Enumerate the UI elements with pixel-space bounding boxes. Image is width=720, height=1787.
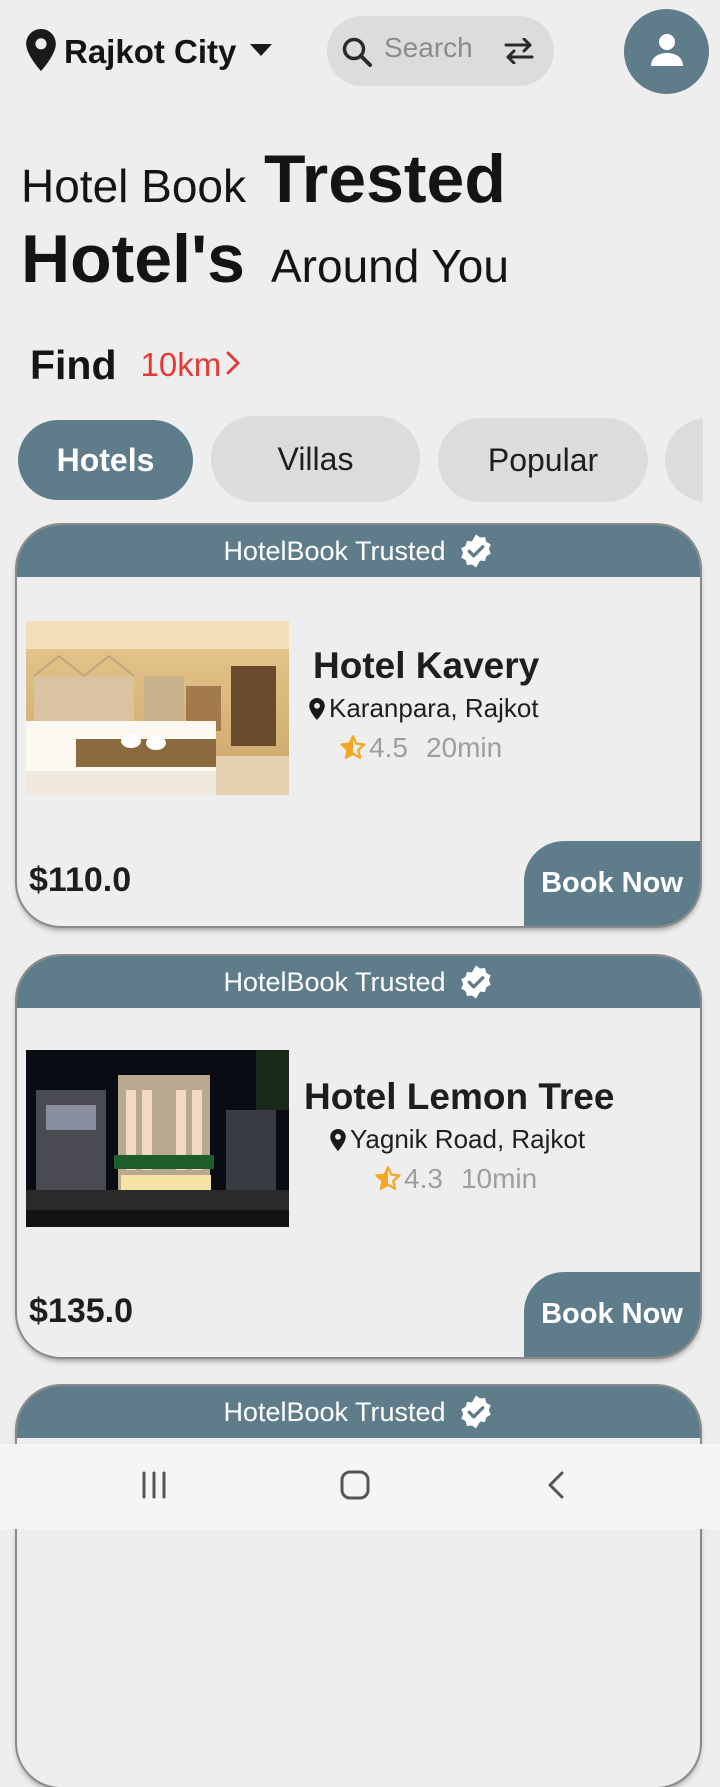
trusted-banner: HotelBook Trusted (17, 956, 700, 1008)
headline-part-2: Trested (264, 141, 506, 217)
rating-value: 4.5 (369, 732, 408, 763)
chevron-right-icon[interactable] (225, 350, 241, 381)
verified-badge-icon (458, 964, 494, 1000)
top-bar: Rajkot City Search (0, 0, 720, 100)
caret-down-icon (250, 43, 273, 61)
book-now-button[interactable]: Book Now (524, 841, 700, 926)
hotel-name[interactable]: Hotel Lemon Tree (304, 1076, 614, 1118)
hotel-photo[interactable] (26, 621, 289, 795)
location-selector[interactable]: Rajkot City (26, 28, 273, 76)
hotel-info: Hotel Kavery Karanpara, Rajkot 4.5 20min (309, 645, 539, 764)
location-pin-icon (330, 1128, 346, 1151)
search-input[interactable]: Search (384, 32, 473, 64)
profile-avatar-button[interactable] (624, 9, 709, 94)
tab-popular[interactable]: Popular (438, 418, 648, 502)
star-half-icon (374, 1165, 402, 1193)
hotel-meta: 4.3 10min (374, 1163, 614, 1195)
search-bar[interactable]: Search (327, 16, 554, 86)
location-pin-icon (26, 28, 56, 76)
headline-part-3: Hotel's (21, 221, 245, 297)
person-icon (650, 32, 684, 71)
find-label: Find (30, 341, 117, 388)
travel-time: 10min (460, 1163, 538, 1194)
book-now-button[interactable]: Book Now (524, 1272, 700, 1357)
back-icon[interactable] (545, 1470, 567, 1500)
swap-arrows-icon[interactable] (504, 37, 534, 69)
hotel-card[interactable]: HotelBook Trusted Hotel Kavery Karanpara… (17, 525, 700, 926)
page-headline: Hotel Book Trested Hotel's Around You (21, 140, 701, 302)
hotel-address: Karanpara, Rajkot (309, 693, 539, 724)
hotel-price: $135.0 (29, 1292, 133, 1330)
distance-filter-link[interactable]: 10km (141, 346, 222, 384)
headline-part-4: Around You (271, 240, 509, 292)
trusted-banner: HotelBook Trusted (17, 525, 700, 577)
hotel-name[interactable]: Hotel Kavery (313, 645, 539, 687)
trusted-label: HotelBook Trusted (223, 535, 446, 566)
address-text: Karanpara, Rajkot (329, 693, 539, 723)
rating-value: 4.3 (404, 1163, 443, 1194)
trusted-banner: HotelBook Trusted (17, 1386, 700, 1438)
system-navigation-bar (0, 1444, 720, 1529)
category-tabs: Hotels Villas Popular (0, 414, 703, 504)
tab-hotels[interactable]: Hotels (18, 420, 193, 500)
hotel-address: Yagnik Road, Rajkot (330, 1124, 614, 1155)
tab-villas[interactable]: Villas (211, 416, 420, 502)
hotel-info: Hotel Lemon Tree Yagnik Road, Rajkot 4.3… (304, 1076, 614, 1195)
address-text: Yagnik Road, Rajkot (350, 1124, 586, 1154)
search-icon (341, 36, 373, 73)
trusted-label: HotelBook Trusted (223, 966, 446, 997)
headline-part-1: Hotel Book (21, 160, 247, 212)
star-half-icon (339, 734, 367, 762)
verified-badge-icon (458, 1394, 494, 1430)
trusted-label: HotelBook Trusted (223, 1396, 446, 1427)
location-label: Rajkot City (64, 33, 237, 70)
hotel-meta: 4.5 20min (339, 732, 539, 764)
hotel-card[interactable]: HotelBook Trusted Hotel Lemon Tree Yagni… (17, 956, 700, 1357)
hotel-price: $110.0 (29, 861, 132, 899)
verified-badge-icon (458, 533, 494, 569)
find-distance-row: Find 10km (30, 340, 241, 390)
location-pin-icon (309, 697, 325, 720)
travel-time: 20min (425, 732, 503, 763)
home-icon[interactable] (340, 1470, 370, 1500)
recent-apps-icon[interactable] (140, 1470, 168, 1500)
hotel-photo[interactable] (26, 1050, 289, 1227)
tab-more[interactable] (665, 418, 703, 502)
